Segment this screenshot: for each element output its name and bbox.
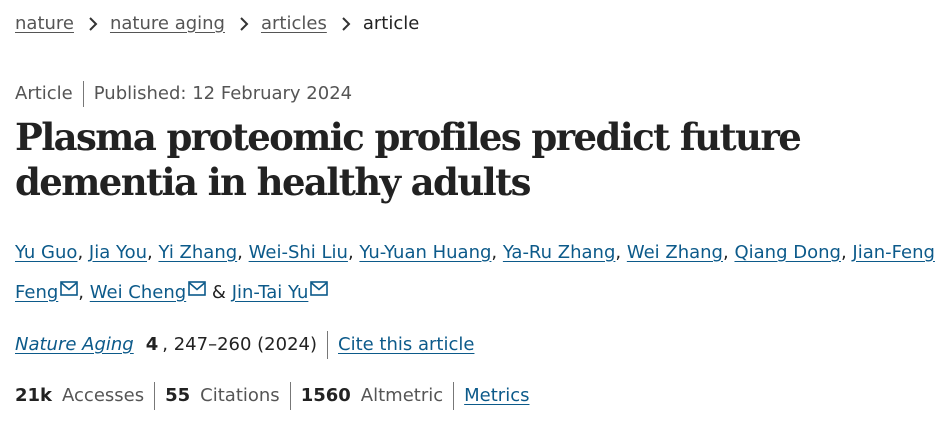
author-separator: , (840, 242, 847, 263)
mail-icon[interactable] (310, 281, 329, 296)
author-link[interactable]: Wei-Shi Liu (249, 242, 348, 263)
author-separator: , (77, 242, 84, 263)
mail-icon[interactable] (60, 281, 79, 296)
page-range: , 247–260 (2024) (162, 334, 317, 355)
chevron-right-icon (235, 15, 253, 33)
breadcrumb-link-articles[interactable]: articles (261, 11, 327, 37)
author-link[interactable]: Yi Zhang (158, 242, 237, 263)
breadcrumb-link-nature[interactable]: nature (15, 11, 74, 37)
breadcrumb-link-nature-aging[interactable]: nature aging (110, 11, 225, 37)
author-link[interactable]: Ya-Ru Zhang (503, 242, 615, 263)
author-separator: , (347, 242, 354, 263)
accesses-label: Accesses (62, 385, 145, 406)
breadcrumb: nature nature aging articles article (15, 11, 419, 37)
cite-this-article-link[interactable]: Cite this article (338, 332, 474, 358)
author-link[interactable]: Yu Guo (15, 242, 77, 263)
author-link[interactable]: Yu-Yuan Huang (359, 242, 491, 263)
citation-divider (327, 331, 328, 359)
meta-divider (82, 81, 84, 107)
volume-number: 4 (145, 334, 159, 355)
metrics-divider (289, 382, 291, 410)
chevron-right-icon (337, 15, 355, 33)
author-separator: , (491, 242, 498, 263)
author-separator: , (723, 242, 729, 263)
metrics-divider (453, 382, 455, 410)
author-separator: , (615, 242, 622, 263)
accesses-count: 21k (15, 385, 53, 406)
article-title: Plasma proteomic profiles predict future… (15, 115, 802, 204)
journal-link[interactable]: Nature Aging (15, 332, 134, 358)
article-type: Article (15, 83, 73, 104)
author-link[interactable]: Wei Zhang (627, 242, 723, 263)
author-link[interactable]: Qiang Dong (734, 242, 840, 263)
altmetric-label: Altmetric (360, 385, 444, 406)
author-separator: , (237, 242, 243, 263)
citation-line: Nature Aging 4 , 247–260 (2024) Cite thi… (15, 331, 474, 359)
author-separator: , (147, 242, 153, 263)
author-link[interactable]: Jin-Tai Yu (232, 282, 309, 303)
author-list: Yu Guo, Jia You, Yi Zhang, Wei-Shi Liu, … (15, 233, 940, 313)
chevron-right-icon (84, 15, 102, 33)
published-date: Published: 12 February 2024 (93, 83, 353, 104)
metrics-divider (154, 382, 156, 410)
citations-label: Citations (200, 385, 280, 406)
metrics-link[interactable]: Metrics (464, 383, 529, 409)
author-separator: , (78, 282, 85, 303)
mail-icon[interactable] (188, 281, 206, 296)
citations-count: 55 (165, 385, 191, 406)
breadcrumb-current: article (362, 13, 420, 34)
author-link[interactable]: Wei Cheng (90, 282, 186, 303)
altmetric-score: 1560 (300, 385, 351, 406)
article-meta: Article Published: 12 February 2024 (15, 81, 352, 107)
author-link[interactable]: Jia You (89, 242, 147, 263)
author-ampersand: & (211, 282, 226, 303)
article-metrics: 21k Accesses 55 Citations 1560 Altmetric… (15, 382, 529, 410)
